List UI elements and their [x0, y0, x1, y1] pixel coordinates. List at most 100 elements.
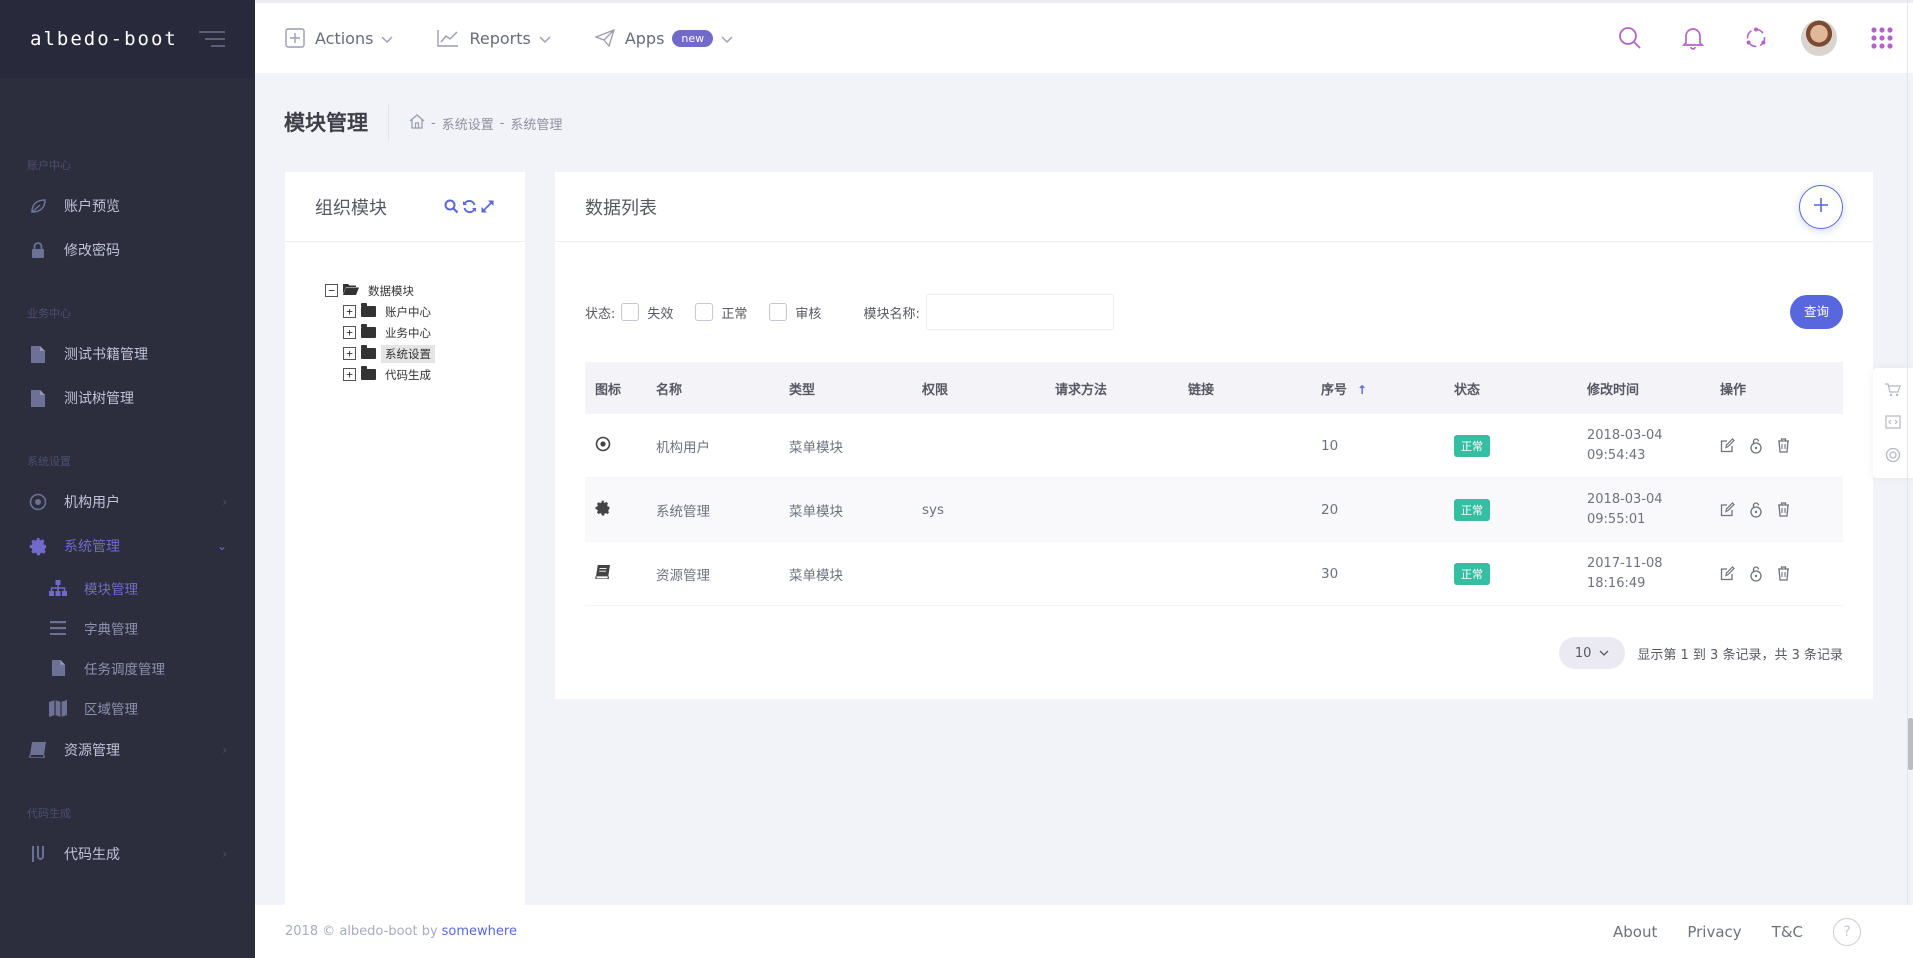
unlock-icon[interactable]: [1749, 565, 1763, 582]
sidebar-item-label: 测试树管理: [64, 391, 134, 407]
column-header: 图标: [595, 382, 622, 398]
checkbox[interactable]: [695, 303, 714, 321]
sidebar-subitem-region[interactable]: 区域管理: [0, 688, 255, 728]
table-row[interactable]: 机构用户 菜单模块 10 正常 2018-03-04 09:54:43: [585, 414, 1843, 478]
author-link[interactable]: somewhere: [442, 924, 517, 939]
sidebar-subitem-task-scheduling[interactable]: 任务调度管理: [0, 648, 255, 688]
page-size-value: 10: [1574, 645, 1592, 661]
user-avatar[interactable]: [1787, 3, 1850, 73]
module-name-input[interactable]: [925, 294, 1114, 330]
breadcrumb-item[interactable]: 系统管理: [510, 114, 562, 133]
search-icon[interactable]: [444, 199, 459, 214]
cart-icon[interactable]: [1885, 383, 1901, 397]
sidebar-item-code-generation[interactable]: 代码生成 ›: [0, 832, 255, 876]
checkbox-label: 失效: [647, 306, 674, 322]
scrollbar-thumb[interactable]: [1908, 718, 1913, 770]
expand-icon[interactable]: [480, 199, 495, 214]
network-icon[interactable]: [1724, 3, 1787, 73]
column-header[interactable]: 状态: [1444, 379, 1577, 398]
table-header: 图标 名称 类型 权限 请求方法 链接 序号 ↑ 状态 修改时间 操作: [585, 362, 1843, 414]
delete-icon[interactable]: [1777, 566, 1790, 581]
column-header[interactable]: 名称: [646, 379, 779, 398]
unlock-icon[interactable]: [1749, 501, 1763, 518]
table-body: 机构用户 菜单模块 10 正常 2018-03-04 09:54:43 系统管理 …: [585, 414, 1843, 606]
sidebar-subitem-module-management[interactable]: 模块管理: [0, 568, 255, 608]
page-size-select[interactable]: 10: [1558, 637, 1626, 669]
sidebar-item-test-books[interactable]: 测试书籍管理: [0, 332, 255, 376]
sidebar-item-org-users[interactable]: 机构用户 ›: [0, 480, 255, 524]
expand-toggle[interactable]: +: [343, 347, 356, 360]
time-text: 18:16:49: [1587, 575, 1646, 591]
home-icon[interactable]: [409, 113, 425, 133]
tree-panel-title: 组织模块: [315, 197, 387, 219]
edit-icon[interactable]: [1720, 502, 1735, 517]
refresh-icon[interactable]: [462, 199, 477, 214]
sidebar-nav: 账户中心 账户预览 修改密码 业务中心 测试书籍管理 测试树管理 系统设置 机构…: [0, 78, 255, 876]
delete-icon[interactable]: [1777, 438, 1790, 453]
leaf-icon: [28, 196, 48, 216]
collapse-toggle[interactable]: −: [325, 284, 338, 297]
sidebar-item-resource-management[interactable]: 资源管理 ›: [0, 728, 255, 772]
menu-toggle-icon[interactable]: [199, 31, 225, 47]
tree-node-label[interactable]: 数据模块: [364, 282, 418, 300]
top-header: Actions Reports Apps new: [255, 0, 1913, 73]
status-checkbox-normal[interactable]: 正常: [695, 303, 747, 322]
folder-icon: [361, 324, 376, 338]
expand-toggle[interactable]: +: [343, 305, 356, 318]
column-header[interactable]: 链接: [1178, 379, 1311, 398]
lifebuoy-icon[interactable]: [1885, 447, 1901, 463]
breadcrumb-item[interactable]: 系统设置: [442, 114, 494, 133]
bell-icon[interactable]: [1661, 3, 1724, 73]
footer-link-privacy[interactable]: Privacy: [1687, 923, 1741, 941]
checkbox-label: 审核: [795, 306, 822, 322]
column-header[interactable]: 权限: [912, 379, 1045, 398]
expand-toggle[interactable]: +: [343, 368, 356, 381]
checkbox[interactable]: [621, 303, 640, 321]
expand-toggle[interactable]: +: [343, 326, 356, 339]
help-icon[interactable]: ?: [1833, 917, 1861, 946]
table-row[interactable]: 资源管理 菜单模块 30 正常 2017-11-08 18:16:49: [585, 542, 1843, 606]
apps-grid-icon[interactable]: [1850, 3, 1913, 73]
header-menu-apps[interactable]: Apps new: [594, 29, 733, 48]
column-header[interactable]: 类型: [779, 379, 912, 398]
breadcrumb-separator: -: [431, 115, 436, 131]
checkbox[interactable]: [769, 303, 788, 321]
query-button[interactable]: 查询: [1789, 295, 1843, 329]
edit-icon[interactable]: [1720, 438, 1735, 453]
breadcrumb: - 系统设置 - 系统管理: [409, 113, 562, 133]
code-box-icon[interactable]: [1885, 415, 1901, 429]
sidebar-subitem-dictionary[interactable]: 字典管理: [0, 608, 255, 648]
status-checkbox-review[interactable]: 审核: [769, 303, 821, 322]
unlock-icon[interactable]: [1749, 437, 1763, 454]
sidebar-item-account-overview[interactable]: 账户预览: [0, 184, 255, 228]
tree-node-label[interactable]: 业务中心: [381, 324, 435, 342]
tree-node: + 业务中心: [325, 322, 525, 343]
book-icon: [28, 740, 48, 760]
header-menu-reports[interactable]: Reports: [437, 29, 551, 48]
tree-node-label[interactable]: 代码生成: [381, 366, 435, 384]
sidebar-item-change-password[interactable]: 修改密码: [0, 228, 255, 272]
header-menu-actions[interactable]: Actions: [285, 28, 393, 48]
tree-node-label[interactable]: 账户中心: [381, 303, 435, 321]
cell-type: 菜单模块: [789, 503, 843, 520]
column-header: 操作: [1720, 382, 1747, 398]
column-header[interactable]: 修改时间: [1577, 379, 1710, 398]
status-checkbox-invalid[interactable]: 失效: [621, 303, 673, 322]
file-icon: [28, 388, 48, 408]
footer-link-about[interactable]: About: [1613, 923, 1657, 941]
delete-icon[interactable]: [1777, 502, 1790, 517]
brand-logo[interactable]: albedo-boot: [30, 28, 178, 50]
table-row[interactable]: 系统管理 菜单模块 sys 20 正常 2018-03-04 09:55:01: [585, 478, 1843, 542]
add-button[interactable]: [1799, 184, 1843, 229]
copyright-text: 2018 © albedo-boot by: [285, 924, 438, 939]
column-header-order[interactable]: 序号 ↑: [1311, 379, 1444, 398]
sidebar-item-system-management[interactable]: 系统管理 ⌄: [0, 524, 255, 568]
edit-icon[interactable]: [1720, 566, 1735, 581]
sidebar-item-label: 账户预览: [64, 199, 120, 215]
column-header[interactable]: 请求方法: [1045, 379, 1178, 398]
tree-node-label-selected[interactable]: 系统设置: [381, 344, 435, 363]
search-icon[interactable]: [1598, 3, 1661, 73]
sidebar-item-test-tree[interactable]: 测试树管理: [0, 376, 255, 420]
sort-asc-icon: ↑: [1357, 382, 1368, 397]
footer-link-tc[interactable]: T&C: [1772, 923, 1803, 941]
